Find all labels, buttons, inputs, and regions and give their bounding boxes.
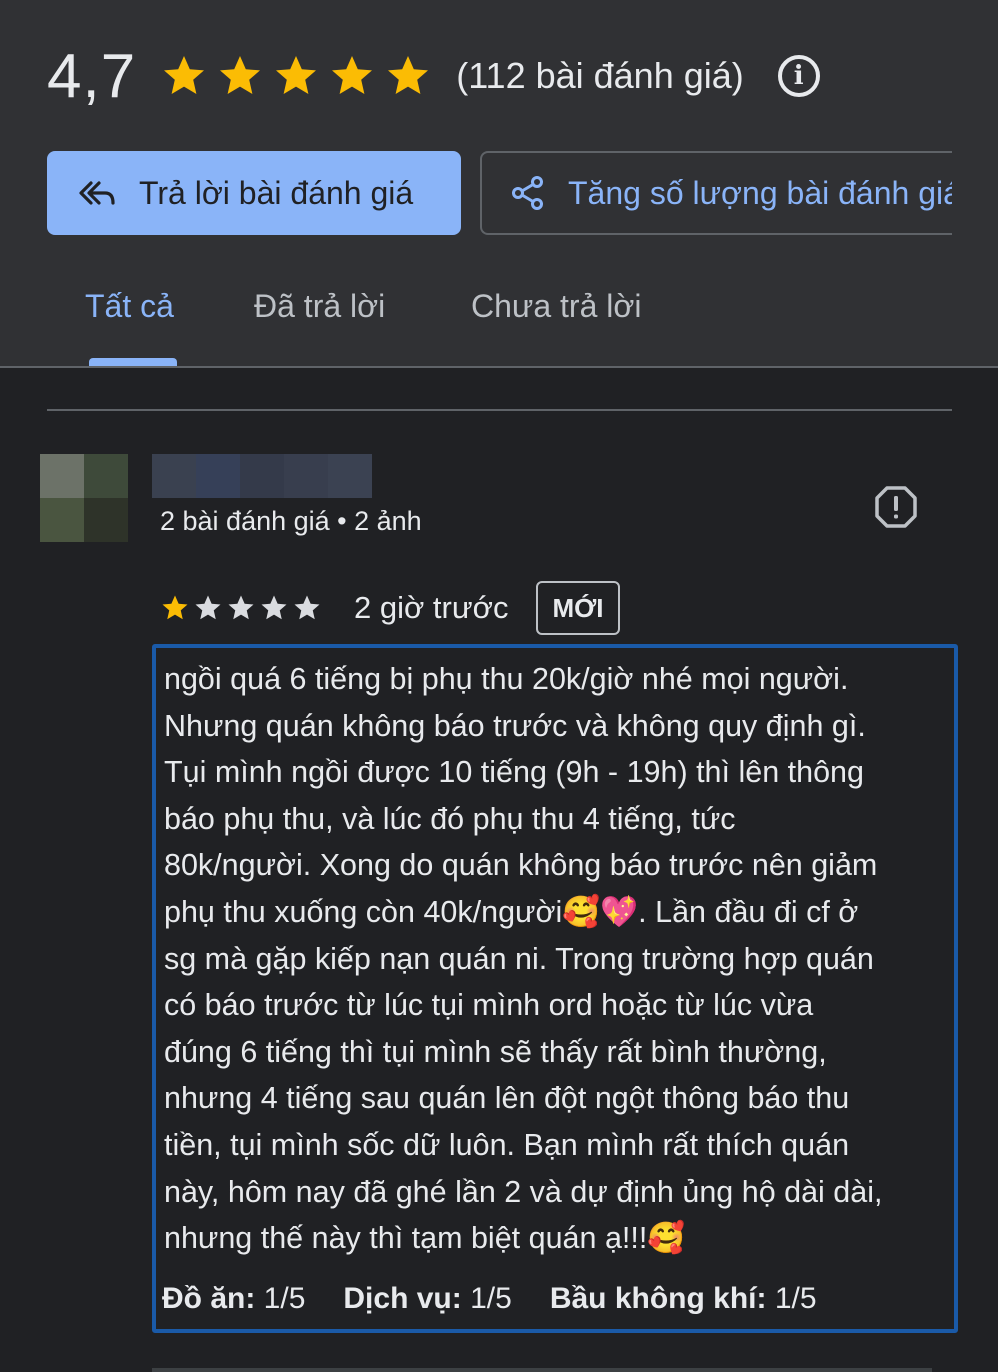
star-icon [220, 56, 261, 94]
divider [47, 409, 952, 411]
reply-all-icon [79, 181, 115, 205]
star-icon [164, 56, 205, 94]
new-badge: MỚI [536, 581, 620, 635]
review-body: ngồi quá 6 tiếng bị phụ thu 20k/giờ nhé … [152, 644, 958, 1333]
aspect-label: Dịch vụ: [343, 1282, 462, 1315]
share-icon [512, 176, 543, 210]
tab-replied[interactable]: Đã trả lời [254, 288, 385, 325]
review-time: 2 giờ trước [354, 590, 509, 625]
star-empty-icon [195, 595, 221, 620]
star-icon [276, 56, 317, 94]
aspect-value: 1/5 [263, 1282, 306, 1315]
review-meta-row: 2 giờ trước MỚI [160, 580, 620, 636]
get-more-reviews-label: Tăng số lượng bài đánh giá [568, 174, 952, 211]
reply-review-button[interactable]: Trả lời bài đánh giá [47, 151, 461, 235]
aspect-value: 1/5 [470, 1282, 512, 1315]
tab-unreplied[interactable]: Chưa trả lời [471, 288, 641, 325]
next-item-edge [152, 1368, 932, 1372]
report-icon[interactable] [874, 485, 918, 529]
reviewer-meta: 2 bài đánh giá • 2 ảnh [160, 506, 422, 536]
get-more-reviews-button[interactable]: Tăng số lượng bài đánh giá [480, 151, 952, 235]
average-rating: 4,7 [47, 41, 137, 111]
aspect-value: 1/5 [774, 1282, 817, 1315]
aspect-atmosphere: Bầu không khí: 1/5 [550, 1282, 817, 1316]
aspect-label: Đồ ăn: [162, 1282, 256, 1315]
review-count: (112 bài đánh giá) [456, 55, 744, 96]
aspect-label: Bầu không khí: [549, 1282, 767, 1315]
tab-all[interactable]: Tất cả [85, 288, 174, 325]
star-empty-icon [294, 595, 320, 620]
avatar[interactable] [40, 454, 128, 542]
aspect-service: Dịch vụ: 1/5 [343, 1282, 511, 1316]
reply-review-label: Trả lời bài đánh giá [139, 174, 414, 211]
star-empty-icon [261, 595, 287, 620]
star-icon [388, 56, 429, 94]
rating-stars [160, 52, 432, 100]
info-icon[interactable]: i [777, 55, 820, 97]
aspect-ratings: Đồ ăn: 1/5 Dịch vụ: 1/5 Bầu không khí: 1… [162, 1282, 855, 1316]
aspect-food: Đồ ăn: 1/5 [162, 1282, 305, 1316]
reviews-header: 4,7 (112 bài đánh giá) i Trả lời bài đán… [0, 0, 998, 368]
review-text: ngồi quá 6 tiếng bị phụ thu 20k/giờ nhé … [164, 662, 883, 1256]
star-empty-icon [228, 595, 254, 620]
reviewer-name-redacted[interactable] [152, 454, 372, 498]
star-icon [332, 56, 373, 94]
review-rating-stars [160, 593, 322, 623]
star-icon [162, 595, 188, 620]
active-tab-indicator [89, 358, 177, 366]
rating-summary: 4,7 (112 bài đánh giá) i [47, 40, 820, 112]
review-filter-tabs: Tất cả Đã trả lời Chưa trả lời [0, 270, 998, 366]
